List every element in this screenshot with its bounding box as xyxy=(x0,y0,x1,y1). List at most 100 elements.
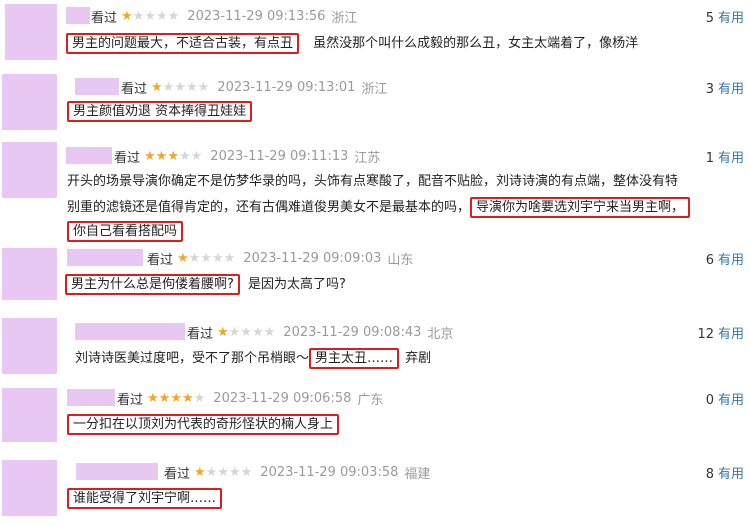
review-meta: 看过 ★ ★★★★ 2023-11-29 09:08:43 北京 xyxy=(187,323,453,342)
review-text-rest: 弃剧 xyxy=(405,351,432,366)
review-item: 看过 ★ ★★★★ 2023-11-29 09:09:03 山东 6 有用 男主为什… xyxy=(0,244,750,308)
review-location: 浙江 xyxy=(331,11,358,26)
review-text-prefix: 刘诗诗医美过度吧，受不了那个吊梢眼～ xyxy=(75,351,310,366)
review-meta: 看过 ★ ★★★★ 2023-11-29 09:09:03 山东 xyxy=(147,249,413,268)
review-item: 看过 ★ ★★★★ 2023-11-29 09:13:01 浙江 3 有用 男主颜值… xyxy=(0,70,750,136)
rating-stars: ★★★★★ xyxy=(121,9,180,24)
highlighted-text: 谁能受得了刘宇宁啊…… xyxy=(67,488,223,509)
review-meta: 看过 ★ ★★★★ 2023-11-29 09:13:01 浙江 xyxy=(121,78,387,97)
useful-vote[interactable]: 5 有用 xyxy=(706,7,744,26)
watched-label: 看过 xyxy=(91,11,118,26)
review-text: 一分扣在以顶刘为代表的奇形怪状的楠人身上 xyxy=(67,413,340,436)
review-item: 看过 ★ ★★★★ 2023-11-29 09:03:58 福建 8 有用 谁能受得… xyxy=(0,456,750,522)
review-item: 看过 ★ ★★★★ 2023-11-29 09:13:56 浙江 5 有用 男主的问… xyxy=(0,0,750,68)
review-time: 2023-11-29 09:08:43 xyxy=(283,325,422,340)
useful-vote[interactable]: 6 有用 xyxy=(706,249,744,268)
watched-label: 看过 xyxy=(147,253,174,268)
review-item: 看过 ★★★ ★★ 2023-11-29 09:11:13 江苏 1 有用 开头的场… xyxy=(0,138,750,243)
highlighted-text: 男主太丑…… xyxy=(309,348,400,369)
review-text-rest: 别重的滤镜还是值得肯定的，还有古偶难道俊男美女不是最基本的吗， xyxy=(67,200,471,215)
rating-stars: ★★★★★ xyxy=(147,391,206,406)
review-meta: 看过 ★ ★★★★ 2023-11-29 09:03:58 福建 xyxy=(164,463,430,482)
highlighted-text: 男主颜值劝退 资本捧得丑娃娃 xyxy=(67,101,253,122)
useful-vote[interactable]: 1 有用 xyxy=(706,147,744,166)
review-location: 广东 xyxy=(357,393,384,408)
review-meta: 看过 ★★★★ ★ 2023-11-29 09:06:58 广东 xyxy=(117,389,383,408)
avatar[interactable] xyxy=(2,248,57,300)
useful-button[interactable]: 有用 xyxy=(718,253,744,268)
useful-button[interactable]: 有用 xyxy=(718,151,744,166)
review-meta: 看过 ★ ★★★★ 2023-11-29 09:13:56 浙江 xyxy=(91,7,357,26)
useful-count: 12 xyxy=(697,327,714,342)
username[interactable] xyxy=(66,147,112,164)
review-text-rest: 是因为太高了吗? xyxy=(248,277,346,292)
useful-button[interactable]: 有用 xyxy=(718,82,744,97)
rating-stars: ★★★★★ xyxy=(194,465,253,480)
review-text-line: 你自己看看搭配吗 xyxy=(67,220,690,243)
review-time: 2023-11-29 09:03:58 xyxy=(260,465,399,480)
username[interactable] xyxy=(75,323,185,340)
username[interactable] xyxy=(75,78,119,95)
watched-label: 看过 xyxy=(121,82,148,97)
highlighted-text: 男主为什么总是佝偻着腰啊? xyxy=(65,274,240,295)
avatar[interactable] xyxy=(2,318,57,374)
review-location: 江苏 xyxy=(354,151,381,166)
username[interactable] xyxy=(76,463,158,480)
useful-vote[interactable]: 0 有用 xyxy=(706,389,744,408)
review-text-rest: 虽然没那个叫什么成毅的那么丑，女主太端着了，像杨洋 xyxy=(313,36,639,51)
review-text: 男主为什么总是佝偻着腰啊? 是因为太高了吗? xyxy=(65,273,346,296)
review-time: 2023-11-29 09:11:13 xyxy=(210,149,349,164)
useful-button[interactable]: 有用 xyxy=(718,327,744,342)
review-location: 山东 xyxy=(387,253,414,268)
useful-vote[interactable]: 8 有用 xyxy=(706,463,744,482)
username[interactable] xyxy=(67,389,115,406)
avatar[interactable] xyxy=(2,388,57,442)
useful-button[interactable]: 有用 xyxy=(718,393,744,408)
watched-label: 看过 xyxy=(117,393,144,408)
review-time: 2023-11-29 09:06:58 xyxy=(213,391,352,406)
highlighted-text: 男主的问题最大，不适合古装，有点丑 xyxy=(66,33,300,54)
useful-button[interactable]: 有用 xyxy=(718,11,744,26)
avatar[interactable] xyxy=(5,4,57,60)
watched-label: 看过 xyxy=(164,467,191,482)
review-text-line: 开头的场景导演你确定不是仿梦华录的吗，头饰有点寒酸了，配音不贴脸，刘诗诗演的有点… xyxy=(67,174,679,189)
rating-stars: ★★★★★ xyxy=(144,149,203,164)
review-text: 男主颜值劝退 资本捧得丑娃娃 xyxy=(67,100,253,123)
avatar[interactable] xyxy=(2,74,57,130)
rating-stars: ★★★★★ xyxy=(177,251,236,266)
review-item: 看过 ★★★★ ★ 2023-11-29 09:06:58 广东 0 有用 一分扣在… xyxy=(0,384,750,450)
useful-button[interactable]: 有用 xyxy=(718,467,744,482)
useful-count: 6 xyxy=(705,253,714,268)
avatar[interactable] xyxy=(2,460,57,516)
avatar[interactable] xyxy=(2,142,57,198)
useful-count: 1 xyxy=(705,151,714,166)
review-text: 开头的场景导演你确定不是仿梦华录的吗，头饰有点寒酸了，配音不贴脸，刘诗诗演的有点… xyxy=(67,170,691,243)
watched-label: 看过 xyxy=(114,151,141,166)
useful-count: 0 xyxy=(705,393,714,408)
useful-count: 3 xyxy=(705,82,714,97)
useful-vote[interactable]: 12 有用 xyxy=(697,323,744,342)
review-text: 刘诗诗医美过度吧，受不了那个吊梢眼～ 男主太丑…… 弃剧 xyxy=(75,347,431,370)
username[interactable] xyxy=(66,7,90,24)
review-time: 2023-11-29 09:13:01 xyxy=(217,80,356,95)
highlighted-text: 导演你为啥要选刘宇宁来当男主啊， xyxy=(470,197,691,218)
review-item: 看过 ★ ★★★★ 2023-11-29 09:08:43 北京 12 有用 刘诗诗… xyxy=(0,314,750,378)
useful-count: 5 xyxy=(705,11,714,26)
review-text: 男主的问题最大，不适合古装，有点丑 虽然没那个叫什么成毅的那么丑，女主太端着了，… xyxy=(66,32,638,55)
watched-label: 看过 xyxy=(187,327,214,342)
review-text-line: 别重的滤镜还是值得肯定的，还有古偶难道俊男美女不是最基本的吗， 导演你为啥要选刘宇… xyxy=(67,196,691,219)
review-location: 浙江 xyxy=(361,82,388,97)
review-location: 北京 xyxy=(427,327,454,342)
rating-stars: ★★★★★ xyxy=(151,80,210,95)
review-location: 福建 xyxy=(404,467,431,482)
review-text: 谁能受得了刘宇宁啊…… xyxy=(67,487,223,510)
rating-stars: ★★★★★ xyxy=(217,325,276,340)
review-time: 2023-11-29 09:09:03 xyxy=(243,251,382,266)
useful-vote[interactable]: 3 有用 xyxy=(706,78,744,97)
review-meta: 看过 ★★★ ★★ 2023-11-29 09:11:13 江苏 xyxy=(114,147,380,166)
highlighted-text: 一分扣在以顶刘为代表的奇形怪状的楠人身上 xyxy=(67,414,340,435)
highlighted-text: 你自己看看搭配吗 xyxy=(67,221,184,242)
useful-count: 8 xyxy=(705,467,714,482)
username[interactable] xyxy=(67,249,143,266)
review-time: 2023-11-29 09:13:56 xyxy=(187,9,326,24)
